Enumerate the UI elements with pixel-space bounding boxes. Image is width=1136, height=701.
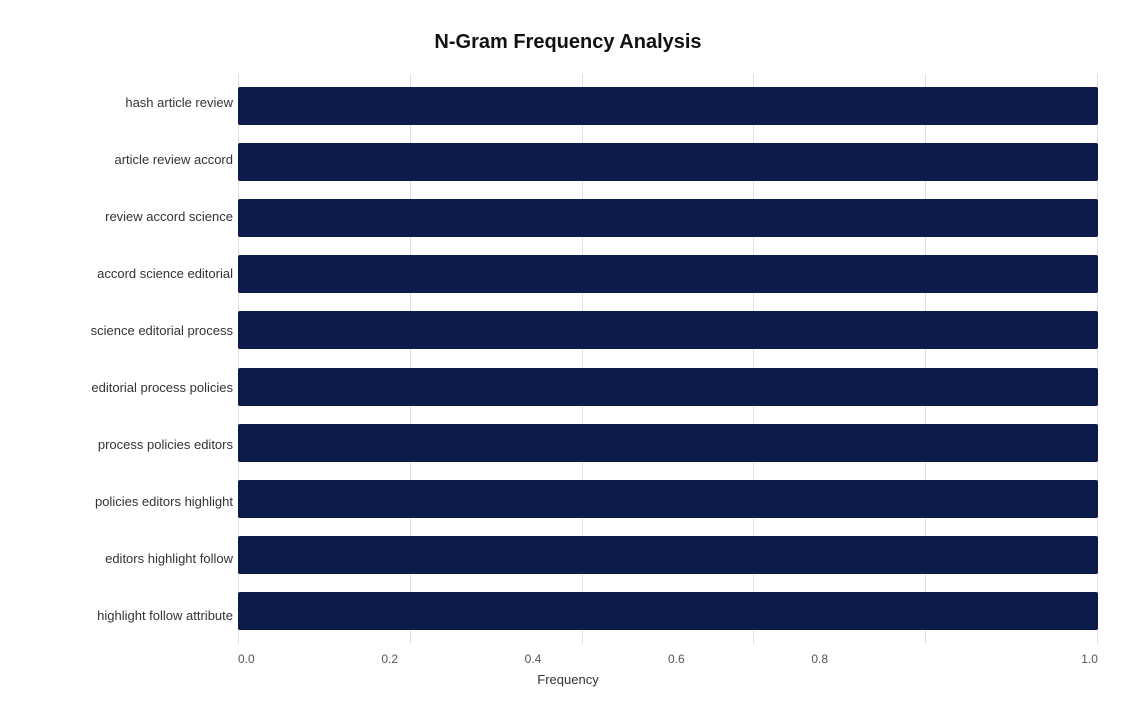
- bar: [238, 311, 1098, 349]
- y-label: policies editors highlight: [38, 473, 233, 530]
- bar-row: [238, 362, 1098, 412]
- bar-row: [238, 193, 1098, 243]
- y-label: science editorial process: [38, 302, 233, 359]
- x-tick: 1.0: [955, 652, 1098, 666]
- bar-row: [238, 305, 1098, 355]
- bar: [238, 424, 1098, 462]
- x-tick: 0.8: [811, 652, 954, 666]
- y-label: review accord science: [38, 188, 233, 245]
- x-tick: 0.6: [668, 652, 811, 666]
- x-tick: 0.0: [238, 652, 381, 666]
- chart-area: hash article reviewarticle review accord…: [38, 74, 1098, 654]
- x-axis-label: Frequency: [38, 672, 1098, 687]
- bar-row: [238, 418, 1098, 468]
- bar: [238, 87, 1098, 125]
- bar: [238, 536, 1098, 574]
- y-label: hash article review: [38, 74, 233, 131]
- y-label: editors highlight follow: [38, 530, 233, 587]
- x-tick: 0.4: [525, 652, 668, 666]
- y-label: editorial process policies: [38, 359, 233, 416]
- bar: [238, 368, 1098, 406]
- x-axis: 0.00.20.40.60.81.0: [238, 652, 1098, 666]
- bar: [238, 255, 1098, 293]
- bars-and-grid: [238, 74, 1098, 644]
- bar-row: [238, 586, 1098, 636]
- bar: [238, 592, 1098, 630]
- chart-title: N-Gram Frequency Analysis: [38, 31, 1098, 54]
- y-label: highlight follow attribute: [38, 587, 233, 644]
- bar-row: [238, 137, 1098, 187]
- y-labels: hash article reviewarticle review accord…: [38, 74, 238, 644]
- bar-row: [238, 530, 1098, 580]
- bars-column: [238, 74, 1098, 644]
- x-tick: 0.2: [381, 652, 524, 666]
- y-label: accord science editorial: [38, 245, 233, 302]
- y-label: process policies editors: [38, 416, 233, 473]
- bar-row: [238, 249, 1098, 299]
- bar-row: [238, 474, 1098, 524]
- chart-container: N-Gram Frequency Analysis hash article r…: [18, 11, 1118, 691]
- bar: [238, 199, 1098, 237]
- bar: [238, 480, 1098, 518]
- bars-section: hash article reviewarticle review accord…: [38, 74, 1098, 644]
- y-label: article review accord: [38, 131, 233, 188]
- bar-row: [238, 81, 1098, 131]
- bar: [238, 143, 1098, 181]
